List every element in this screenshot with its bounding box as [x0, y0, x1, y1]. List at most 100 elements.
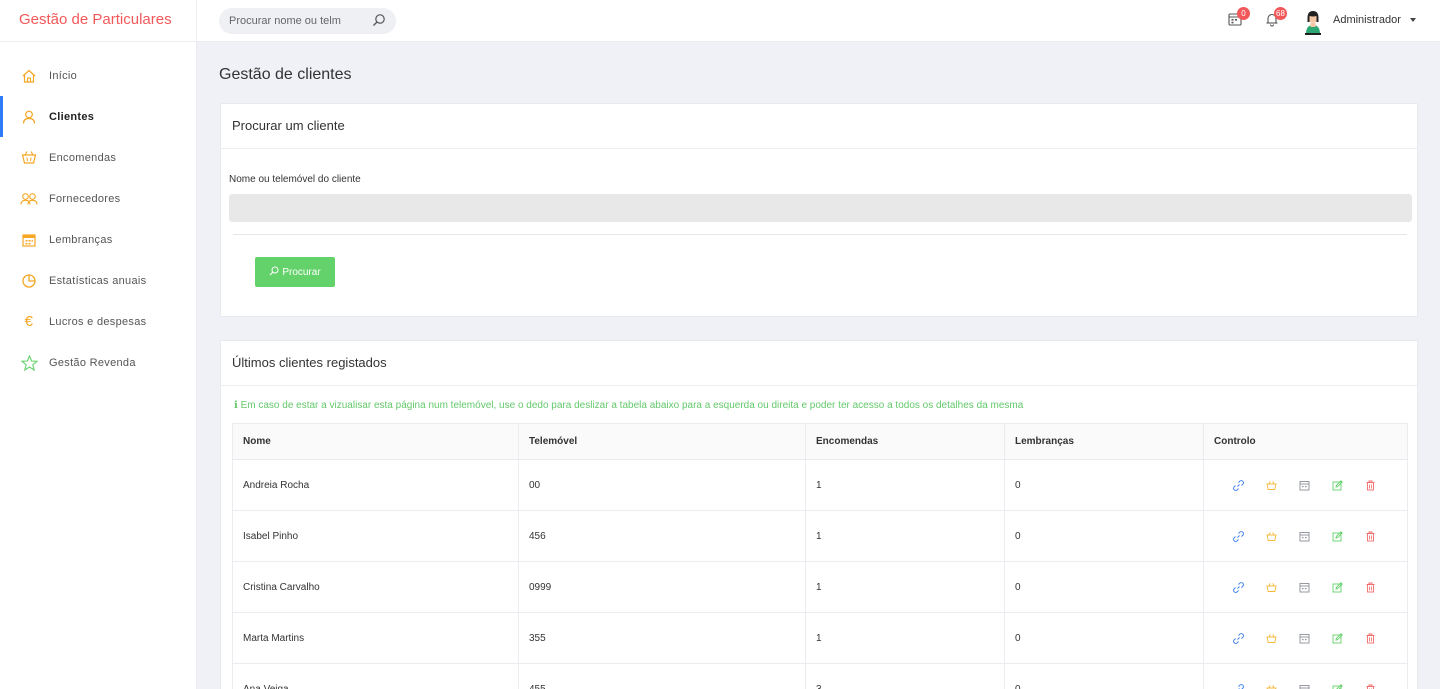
sidebar-item-revenda[interactable]: Gestão Revenda	[0, 342, 196, 383]
link-icon[interactable]	[1232, 479, 1244, 491]
calendar-badge: 0	[1237, 7, 1250, 20]
cell-controlo	[1203, 459, 1408, 511]
cell-encomendas: 1	[805, 612, 1005, 664]
basket-icon[interactable]	[1265, 632, 1277, 644]
clients-table: Nome Telemóvel Encomendas Lembranças Con…	[232, 423, 1408, 689]
sidebar-item-lucros[interactable]: € Lucros e despesas	[0, 301, 196, 342]
calendar-notification[interactable]: 0	[1228, 7, 1250, 31]
edit-icon[interactable]	[1331, 683, 1343, 689]
user-icon	[20, 108, 38, 126]
row-controls	[1214, 479, 1407, 491]
mobile-hint: ℹ Em caso de estar a vizualisar esta pág…	[234, 400, 1024, 411]
star-icon	[20, 354, 38, 372]
basket-icon[interactable]	[1265, 581, 1277, 593]
bell-badge: 68	[1274, 7, 1287, 20]
sidebar-item-estatisticas[interactable]: Estatísticas anuais	[0, 260, 196, 301]
users-icon	[20, 190, 38, 208]
user-name[interactable]: Administrador	[1333, 14, 1401, 26]
sidebar-item-fornecedores[interactable]: Fornecedores	[0, 178, 196, 219]
sidebar-item-label: Clientes	[49, 110, 95, 123]
trash-icon[interactable]	[1364, 632, 1376, 644]
cell-lembrancas: 0	[1004, 612, 1204, 664]
card-title: Últimos clientes registados	[221, 341, 1417, 386]
client-search-field[interactable]	[229, 194, 1412, 222]
search-input[interactable]	[219, 8, 359, 34]
search-icon[interactable]	[372, 13, 386, 32]
cell-encomendas: 1	[805, 459, 1005, 511]
home-icon	[20, 67, 38, 85]
sidebar-item-label: Fornecedores	[49, 192, 121, 205]
euro-icon: €	[24, 313, 34, 330]
trash-icon[interactable]	[1364, 479, 1376, 491]
cell-encomendas: 1	[805, 510, 1005, 562]
column-header-lembrancas[interactable]: Lembranças	[1004, 423, 1204, 460]
sidebar-item-inicio[interactable]: Início	[0, 55, 196, 96]
trash-icon[interactable]	[1364, 683, 1376, 689]
divider	[233, 234, 1407, 235]
link-icon[interactable]	[1232, 632, 1244, 644]
cell-nome: Ana Veiga	[232, 663, 519, 689]
cell-lembrancas: 0	[1004, 459, 1204, 511]
cell-nome: Marta Martins	[232, 612, 519, 664]
column-header-nome[interactable]: Nome	[232, 423, 519, 460]
column-header-telemovel[interactable]: Telemóvel	[518, 423, 806, 460]
edit-icon[interactable]	[1331, 530, 1343, 542]
sidebar-item-clientes[interactable]: Clientes	[0, 96, 196, 137]
calendar-icon[interactable]	[1298, 632, 1310, 644]
search-button[interactable]: Procurar	[255, 257, 335, 287]
cell-lembrancas: 0	[1004, 663, 1204, 689]
trash-icon[interactable]	[1364, 581, 1376, 593]
search-button-label: Procurar	[282, 266, 321, 278]
table-header-row: Nome Telemóvel Encomendas Lembranças Con…	[232, 423, 1408, 460]
basket-icon[interactable]	[1265, 683, 1277, 689]
field-label: Nome ou telemóvel do cliente	[229, 174, 361, 185]
page-title: Gestão de clientes	[219, 66, 352, 83]
cell-nome: Cristina Carvalho	[232, 561, 519, 613]
cell-encomendas: 1	[805, 561, 1005, 613]
table-row: Andreia Rocha 00 1 0	[232, 459, 1408, 511]
header-search	[219, 8, 396, 34]
column-header-encomendas[interactable]: Encomendas	[805, 423, 1005, 460]
top-header: Gestão de Particulares 0 68 Administrado…	[0, 0, 1440, 42]
cell-telemovel: 00	[518, 459, 806, 511]
column-header-controlo: Controlo	[1203, 423, 1408, 460]
calendar-icon[interactable]	[1298, 479, 1310, 491]
basket-icon	[20, 149, 38, 167]
calendar-icon[interactable]	[1298, 683, 1310, 689]
sidebar: Início Clientes Encomendas Fornecedores …	[0, 42, 197, 689]
cell-encomendas: 3	[805, 663, 1005, 689]
cell-lembrancas: 0	[1004, 561, 1204, 613]
edit-icon[interactable]	[1331, 581, 1343, 593]
calendar-icon[interactable]	[1298, 581, 1310, 593]
sidebar-item-encomendas[interactable]: Encomendas	[0, 137, 196, 178]
link-icon[interactable]	[1232, 581, 1244, 593]
sidebar-item-label: Gestão Revenda	[49, 356, 136, 369]
recent-clients-card: Últimos clientes registados ℹ Em caso de…	[220, 340, 1418, 689]
link-icon[interactable]	[1232, 530, 1244, 542]
avatar[interactable]	[1302, 8, 1324, 35]
link-icon[interactable]	[1232, 683, 1244, 689]
cell-telemovel: 355	[518, 612, 806, 664]
sidebar-item-label: Lucros e despesas	[49, 315, 147, 328]
calendar-icon[interactable]	[1298, 530, 1310, 542]
sidebar-item-label: Lembranças	[49, 233, 113, 246]
search-client-card: Procurar um cliente Nome ou telemóvel do…	[220, 103, 1418, 317]
sidebar-item-lembrancas[interactable]: Lembranças	[0, 219, 196, 260]
trash-icon[interactable]	[1364, 530, 1376, 542]
brand-logo[interactable]: Gestão de Particulares	[0, 0, 197, 42]
chevron-down-icon[interactable]	[1410, 18, 1416, 22]
row-controls	[1214, 581, 1407, 593]
cell-controlo	[1203, 612, 1408, 664]
bell-notification[interactable]: 68	[1265, 7, 1287, 32]
cell-controlo	[1203, 561, 1408, 613]
row-controls	[1214, 632, 1407, 644]
basket-icon[interactable]	[1265, 479, 1277, 491]
basket-icon[interactable]	[1265, 530, 1277, 542]
edit-icon[interactable]	[1331, 632, 1343, 644]
row-controls	[1214, 530, 1407, 542]
card-title: Procurar um cliente	[221, 104, 1417, 149]
edit-icon[interactable]	[1331, 479, 1343, 491]
sidebar-item-label: Início	[49, 69, 78, 82]
table-row: Isabel Pinho 456 1 0	[232, 510, 1408, 562]
table-row: Marta Martins 355 1 0	[232, 612, 1408, 664]
